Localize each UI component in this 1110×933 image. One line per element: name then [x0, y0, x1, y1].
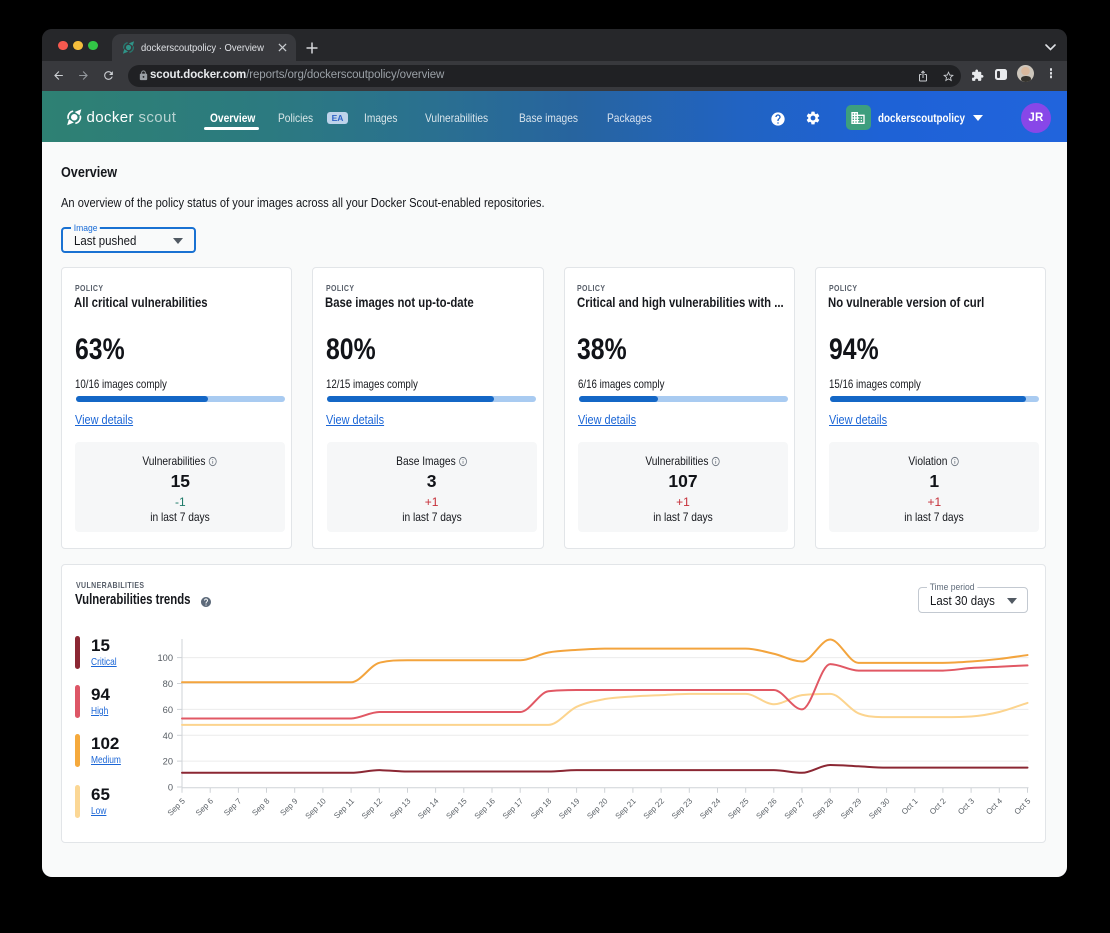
svg-text:0: 0 — [168, 783, 173, 793]
svg-text:Sep 19: Sep 19 — [557, 797, 582, 822]
svg-text:Oct 4: Oct 4 — [984, 797, 1004, 817]
svg-text:Oct 5: Oct 5 — [1013, 797, 1033, 817]
svg-text:Sep 22: Sep 22 — [642, 797, 667, 822]
svg-text:Sep 25: Sep 25 — [726, 797, 751, 822]
svg-text:Sep 30: Sep 30 — [867, 797, 892, 822]
svg-text:80: 80 — [163, 679, 173, 689]
svg-text:Sep 18: Sep 18 — [529, 797, 554, 822]
svg-text:Oct 3: Oct 3 — [956, 797, 976, 817]
svg-text:Sep 13: Sep 13 — [388, 797, 413, 822]
svg-text:Sep 16: Sep 16 — [473, 797, 498, 822]
svg-text:40: 40 — [163, 731, 173, 741]
svg-text:Sep 14: Sep 14 — [416, 797, 441, 822]
svg-text:Sep 8: Sep 8 — [250, 797, 272, 819]
svg-text:Sep 20: Sep 20 — [585, 797, 610, 822]
svg-text:Sep 10: Sep 10 — [304, 797, 329, 822]
svg-text:Sep 17: Sep 17 — [501, 797, 526, 822]
svg-text:Sep 15: Sep 15 — [444, 797, 469, 822]
svg-text:Sep 29: Sep 29 — [839, 797, 864, 822]
svg-text:Sep 12: Sep 12 — [360, 797, 385, 822]
svg-text:Sep 27: Sep 27 — [783, 797, 808, 822]
svg-text:Sep 7: Sep 7 — [222, 797, 244, 819]
svg-text:Oct 1: Oct 1 — [900, 797, 920, 817]
svg-text:20: 20 — [163, 757, 173, 767]
svg-text:Sep 26: Sep 26 — [754, 797, 779, 822]
svg-text:Sep 11: Sep 11 — [332, 797, 356, 821]
svg-text:Sep 21: Sep 21 — [614, 797, 639, 822]
svg-text:Sep 23: Sep 23 — [670, 797, 695, 822]
svg-text:Oct 2: Oct 2 — [928, 797, 948, 817]
svg-text:Sep 6: Sep 6 — [194, 797, 216, 819]
svg-text:100: 100 — [157, 654, 173, 664]
svg-text:Sep 24: Sep 24 — [698, 797, 723, 822]
svg-text:Sep 28: Sep 28 — [811, 797, 836, 822]
svg-text:Sep 9: Sep 9 — [278, 797, 300, 819]
svg-text:60: 60 — [163, 705, 173, 715]
svg-text:Sep 5: Sep 5 — [166, 797, 188, 819]
